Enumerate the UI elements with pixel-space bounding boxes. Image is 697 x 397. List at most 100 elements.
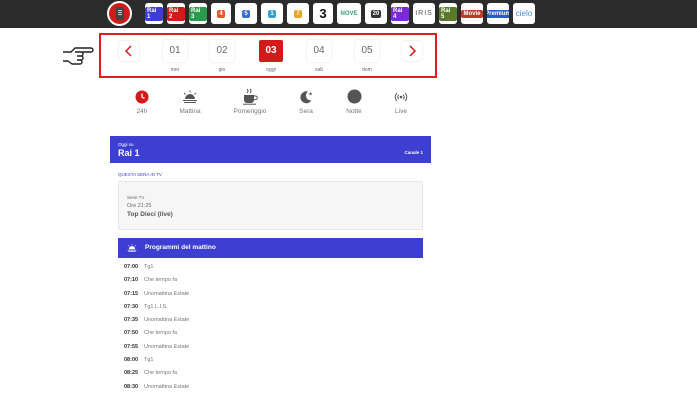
program-name: Unomattina Estate xyxy=(144,290,190,297)
hand-pointer-icon xyxy=(63,47,94,65)
channel-logo-rete4[interactable]: 4 xyxy=(211,3,231,24)
sunrise-icon xyxy=(183,90,197,103)
program-row[interactable]: 07:10 Che tempo fa xyxy=(124,277,424,290)
day-label: sab xyxy=(314,67,324,73)
filter-notte[interactable]: Notte xyxy=(332,88,376,115)
channel-logo-twentymediaset[interactable]: 20 xyxy=(365,3,387,24)
day-option[interactable]: 03 oggi xyxy=(259,40,283,73)
filter-label: Sera xyxy=(299,108,313,115)
channel-logo-text: Rai 5 xyxy=(439,6,457,21)
program-name: Unomattina Estate xyxy=(144,343,190,350)
channel-logo-text: 1 xyxy=(268,9,276,18)
day-option[interactable]: 02 gio xyxy=(210,40,234,73)
channel-logo-rai2[interactable]: Rai 2 xyxy=(167,3,185,24)
program-time: 07:30 xyxy=(124,303,139,310)
program-name: Unomattina Estate xyxy=(144,383,190,390)
program-row[interactable]: 07:55 Unomattina Estate xyxy=(124,344,424,357)
day-option[interactable]: 01 mer xyxy=(163,40,187,73)
day-label: gio xyxy=(218,67,226,73)
channel-logo-nove[interactable]: NOVE xyxy=(337,3,361,24)
channel-logo-raimovie[interactable]: Movie xyxy=(461,3,483,24)
filter-mattina[interactable]: Mattina xyxy=(168,88,212,115)
channel-logo-canale5[interactable]: 5 xyxy=(235,3,257,24)
filter-label: Live xyxy=(395,108,407,115)
next-day-button[interactable] xyxy=(402,41,422,61)
filter-pomeriggio[interactable]: Pomeriggio xyxy=(228,88,272,115)
channel-logo-text: Premium xyxy=(487,9,509,18)
channel-logo-rai3[interactable]: Rai 3 xyxy=(189,3,207,24)
tonight-card[interactable]: Serie TV Ore 21:25 Top Dieci (live) xyxy=(118,181,423,230)
program-name: Unomattina Estate xyxy=(144,317,190,324)
channel-logo-list: Rai 1 Rai 2 Rai 3 4 5 1 7 3 NOVE 20 Rai 4 IRIS Rai 5… xyxy=(145,3,535,24)
channel-logo-iris[interactable]: IRIS xyxy=(413,3,435,24)
channel-logo-tv8[interactable]: 3 xyxy=(313,3,333,24)
day-number: 01 xyxy=(163,40,187,62)
program-name: Tg1 L.I.S. xyxy=(144,303,168,310)
chevron-left-icon xyxy=(124,45,132,57)
chevron-right-icon xyxy=(409,45,417,57)
day-number: 03 xyxy=(259,40,283,62)
program-time: 08:00 xyxy=(124,357,139,364)
tonight-label: QUESTA SERA IN TV xyxy=(118,172,162,177)
channel-logo-rai5[interactable]: Rai 5 xyxy=(439,3,457,24)
program-name: Che tempo fa xyxy=(144,277,178,284)
program-row[interactable]: 07:30 Tg1 L.I.S. xyxy=(124,304,424,317)
program-name: Tg1 xyxy=(144,357,154,364)
remote-button[interactable] xyxy=(107,1,132,26)
date-selector: 01 mer 02 gio 03 oggi 04 sab 05 dom xyxy=(99,33,437,78)
channel-logo-text: IRIS xyxy=(415,10,433,17)
program-time: 07:50 xyxy=(124,330,139,337)
channel-logo-la7[interactable]: 7 xyxy=(287,3,309,24)
filter-label: Pomeriggio xyxy=(233,108,267,115)
channel-logo-text: Rai 4 xyxy=(391,6,409,21)
day-label: dom xyxy=(362,67,372,73)
filter-24h[interactable]: 24h xyxy=(120,88,164,115)
channel-header: Oggi su Rai 1 Canale 1 xyxy=(110,136,431,163)
program-row[interactable]: 07:00 Tg1 xyxy=(124,264,424,277)
channel-logo-rai4[interactable]: Rai 4 xyxy=(391,3,409,24)
tonight-time: Ore 21:25 xyxy=(127,203,152,209)
sunrise-icon xyxy=(127,243,137,252)
program-name: Che tempo fa xyxy=(144,330,178,337)
program-row[interactable]: 07:35 Unomattina Estate xyxy=(124,317,424,330)
channel-name: Rai 1 xyxy=(118,148,140,158)
day-option[interactable]: 04 sab xyxy=(307,40,331,73)
filter-label: Mattina xyxy=(179,108,201,115)
program-time: 07:55 xyxy=(124,343,139,350)
program-time: 07:00 xyxy=(124,264,139,270)
program-time: 07:15 xyxy=(124,290,139,297)
program-time: 07:35 xyxy=(124,317,139,324)
channel-logo-text: Rai 2 xyxy=(167,6,185,21)
broadcast-icon xyxy=(394,92,408,101)
channel-logo-text: cielo xyxy=(515,9,533,18)
program-row[interactable]: 07:50 Che tempo fa xyxy=(124,330,424,343)
day-option[interactable]: 05 dom xyxy=(355,40,379,73)
filter-sera[interactable]: Sera xyxy=(284,88,328,115)
channel-logo-italia1[interactable]: 1 xyxy=(261,3,283,24)
filter-live[interactable]: Live xyxy=(379,88,423,115)
channel-logo-raipremium[interactable]: Premium xyxy=(487,3,509,24)
program-row[interactable]: 08:00 Tg1 xyxy=(124,357,424,370)
channel-logo-text: 7 xyxy=(294,9,302,18)
filter-label: 24h xyxy=(136,108,148,115)
tonight-genre: Serie TV xyxy=(127,195,145,200)
channel-logo-cielo[interactable]: cielo xyxy=(513,3,535,24)
channel-logo-text: 20 xyxy=(370,9,382,18)
channel-logo-text: 3 xyxy=(319,6,327,21)
program-row[interactable]: 08:25 Che tempo fa xyxy=(124,370,424,383)
channel-number: Canale 1 xyxy=(404,150,423,155)
day-number: 04 xyxy=(307,40,331,62)
prev-day-button[interactable] xyxy=(119,41,139,61)
coffee-icon xyxy=(243,88,258,105)
program-row[interactable]: 07:15 Unomattina Estate xyxy=(124,291,424,304)
program-time: 08:25 xyxy=(124,370,139,377)
channel-logo-rai1[interactable]: Rai 1 xyxy=(145,3,163,24)
time-filter-bar: 24h Mattina Pomeriggio Sera Notte Live xyxy=(120,88,420,118)
channel-logo-text: Rai 1 xyxy=(145,6,163,21)
program-name: Che tempo fa xyxy=(144,370,178,377)
moon-icon xyxy=(300,90,313,103)
program-row[interactable]: 08:30 Unomattina Estate xyxy=(124,384,424,397)
program-time: 07:10 xyxy=(124,277,139,284)
clock-icon xyxy=(135,90,149,103)
filter-label: Notte xyxy=(346,108,362,115)
